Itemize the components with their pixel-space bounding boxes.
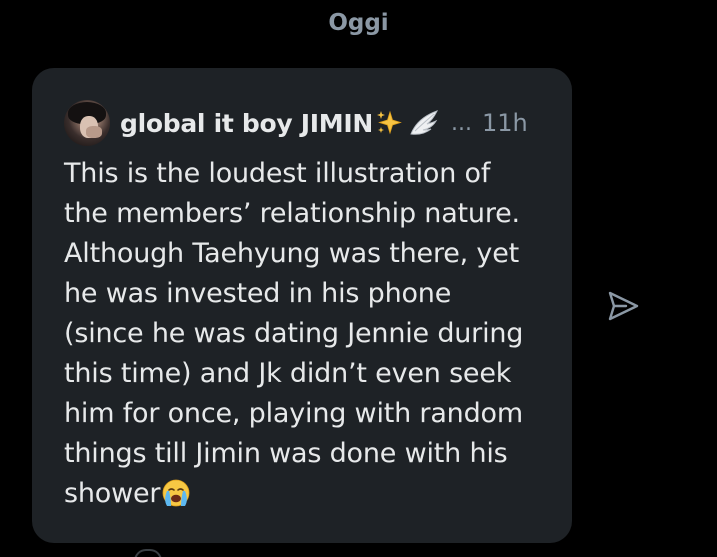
name-truncation-ellipsis: ...: [450, 110, 472, 136]
post-header: global it boy JIMIN ... 11h: [64, 100, 528, 146]
post-body: This is the loudest illustration of the …: [64, 154, 564, 514]
author-avatar[interactable]: [64, 100, 110, 146]
post-body-text: This is the loudest illustration of the …: [64, 158, 524, 509]
day-separator-label: Oggi: [328, 10, 389, 36]
shared-post-card[interactable]: global it boy JIMIN ... 11h This is the …: [32, 68, 572, 543]
wing-icon: [410, 110, 438, 135]
partially-visible-reaction-icon: [134, 549, 162, 557]
loudly-crying-face-icon: [162, 479, 190, 507]
author-name[interactable]: global it boy JIMIN: [120, 109, 373, 138]
dm-conversation-screen: Oggi global it boy JIMIN ... 11h This is…: [0, 0, 717, 557]
post-timestamp: 11h: [481, 109, 528, 137]
send-icon: [608, 291, 639, 321]
share-post-button[interactable]: [604, 288, 642, 324]
sparkles-icon: [376, 110, 402, 135]
